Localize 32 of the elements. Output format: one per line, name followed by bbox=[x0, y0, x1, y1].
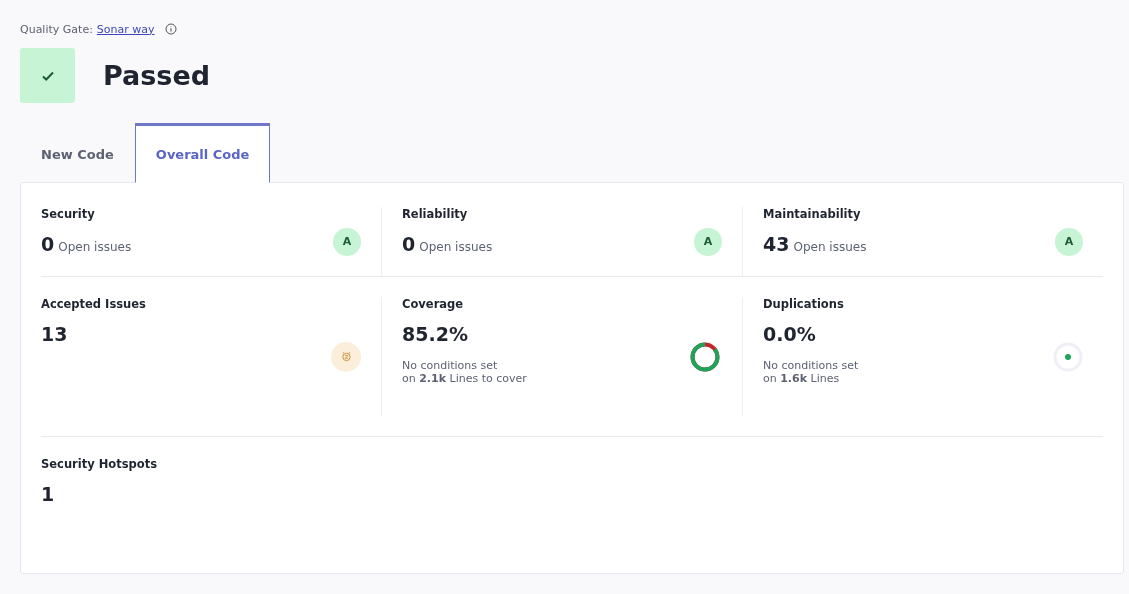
metric-value[interactable]: 43 bbox=[763, 233, 790, 255]
metric-title: Maintainability bbox=[763, 207, 861, 221]
metric-value[interactable]: 13 bbox=[41, 323, 68, 345]
metric-title: Duplications bbox=[763, 297, 844, 311]
metric-value[interactable]: 0 bbox=[402, 233, 416, 255]
metric-note: No conditions set bbox=[763, 359, 859, 372]
metric-unit: Open issues bbox=[58, 240, 132, 254]
metric-title: Security bbox=[41, 207, 95, 221]
alarm-clock-icon bbox=[331, 341, 361, 372]
rating-badge[interactable]: A bbox=[333, 227, 361, 256]
metric-title: Reliability bbox=[402, 207, 468, 221]
rating-badge[interactable]: A bbox=[1055, 227, 1083, 256]
metric-value[interactable]: 0.0% bbox=[763, 323, 816, 345]
rating-badge[interactable]: A bbox=[694, 227, 722, 256]
metric-detail: on 1.6k Lines bbox=[763, 372, 840, 385]
tab[interactable]: Overall Code bbox=[134, 123, 271, 183]
metric-value[interactable]: 0 bbox=[41, 233, 55, 255]
metric-title: Security Hotspots bbox=[41, 457, 158, 471]
duplication-indicator bbox=[1053, 341, 1083, 372]
metric-value[interactable]: 85.2% bbox=[402, 323, 468, 345]
metric-value[interactable]: 1 bbox=[41, 483, 55, 505]
metric-title: Coverage bbox=[402, 297, 464, 311]
info-icon[interactable] bbox=[164, 23, 177, 35]
metric-note: No conditions set bbox=[402, 359, 498, 372]
metric-title: Accepted Issues bbox=[41, 297, 146, 311]
quality-gate-link[interactable]: Sonar way bbox=[96, 22, 155, 36]
status-text: Passed bbox=[103, 60, 211, 91]
quality-gate-label: Quality Gate: bbox=[20, 22, 93, 36]
metric-unit: Open issues bbox=[793, 240, 867, 254]
metric-unit: Open issues bbox=[419, 240, 493, 254]
metric-detail: on 2.1k Lines to cover bbox=[402, 372, 527, 385]
tab[interactable]: New Code bbox=[20, 123, 135, 183]
